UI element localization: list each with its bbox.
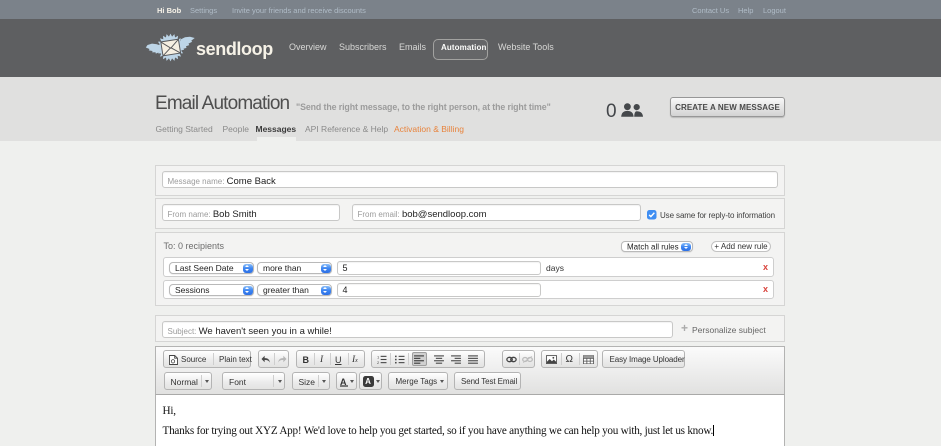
svg-text:2: 2 [377, 360, 379, 364]
svg-text:1: 1 [377, 355, 379, 359]
